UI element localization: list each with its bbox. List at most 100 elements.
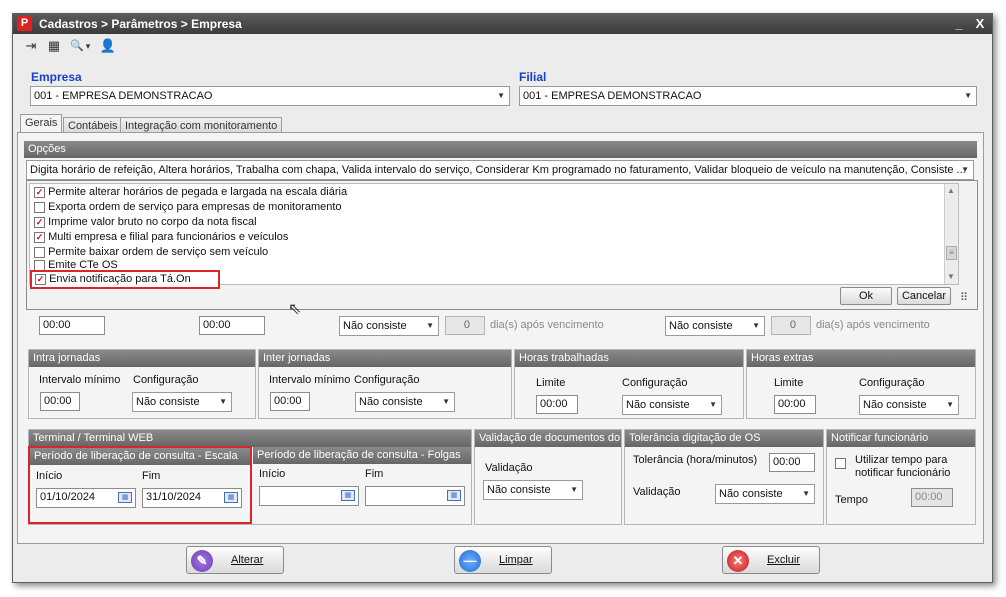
list-item-label: Exporta ordem de serviço para empresas d…: [48, 201, 342, 213]
folgas-ini-date[interactable]: ▦: [259, 486, 359, 506]
excluir-label: Excluir: [767, 554, 801, 566]
notificar-checkbox[interactable]: [835, 458, 846, 469]
opcoes-dropdown: ✓ Permite alterar horários de pegada e l…: [26, 180, 978, 310]
minimize-button[interactable]: _: [950, 15, 968, 33]
hidden-number-1[interactable]: 0: [445, 316, 485, 335]
hidden-number-2[interactable]: 0: [771, 316, 811, 335]
folgas-fim-date[interactable]: ▦: [365, 486, 465, 506]
notificar-tempo-input[interactable]: 00:00: [911, 488, 953, 507]
notificar-group: Notificar funcionário Utilizar tempo par…: [826, 429, 976, 525]
escala-fim-label: Fim: [142, 470, 161, 482]
intra-jornadas-header: Intra jornadas: [29, 350, 255, 367]
tolerancia-val-value: Não consiste: [719, 488, 783, 500]
notificar-tempo-label: Tempo: [835, 494, 869, 506]
ok-button[interactable]: Ok: [840, 287, 892, 305]
opcoes-list: ✓ Permite alterar horários de pegada e l…: [29, 183, 959, 289]
tab-gerais[interactable]: Gerais: [20, 114, 63, 134]
hidden-select-2[interactable]: Não consiste ▼: [665, 316, 765, 336]
alterar-button[interactable]: ✎ Alterar: [186, 546, 284, 574]
empresa-select[interactable]: 001 - EMPRESA DEMONSTRACAO ▼: [30, 86, 510, 106]
chevron-down-icon: ▼: [426, 321, 434, 330]
checkbox-checked[interactable]: ✓: [34, 231, 45, 243]
calendar-icon[interactable]: ▦: [224, 492, 238, 503]
scroll-down-icon[interactable]: ▼: [947, 272, 955, 281]
list-item[interactable]: Exporta ordem de serviço para empresas d…: [34, 200, 342, 215]
clear-icon: —: [459, 550, 481, 572]
intra-cfg-select[interactable]: Não consiste ▼: [132, 392, 232, 412]
keyboard-icon[interactable]: ▦: [45, 38, 63, 54]
tolerancia-val-select[interactable]: Não consiste ▼: [715, 484, 815, 504]
delete-icon: ✕: [727, 550, 749, 572]
chevron-down-icon: ▼: [570, 485, 578, 494]
escala-ini-value: 01/10/2024: [40, 491, 96, 503]
checkbox-checked[interactable]: ✓: [35, 273, 46, 285]
horas-extra-lim-input[interactable]: 00:00: [774, 395, 816, 414]
folgas-header: Período de liberação de consulta - Folga…: [253, 447, 471, 464]
inter-jornadas-group: Inter jornadas Intervalo mínimo Configur…: [258, 349, 512, 419]
hidden-select-1[interactable]: Não consiste ▼: [339, 316, 439, 336]
validacao-docs-label: Validação: [485, 462, 533, 474]
title-bar: P Cadastros > Parâmetros > Empresa _ X: [13, 14, 992, 34]
hidden-days-label-1: dia(s) após vencimento: [490, 319, 604, 331]
intra-min-input[interactable]: 00:00: [40, 392, 80, 411]
checkbox-checked[interactable]: ✓: [34, 216, 45, 228]
exit-icon[interactable]: ⇥: [22, 38, 40, 54]
list-item-label: Envia notificação para Tá.On: [49, 273, 191, 285]
resize-grip-icon[interactable]: ⠿: [960, 291, 968, 304]
edit-icon: ✎: [191, 550, 213, 572]
list-item[interactable]: ✓ Permite alterar horários de pegada e l…: [34, 185, 347, 200]
calendar-icon[interactable]: ▦: [447, 490, 461, 501]
close-button[interactable]: X: [971, 15, 989, 33]
horas-trab-cfg-select[interactable]: Não consiste ▼: [622, 395, 722, 415]
chevron-down-icon: ▼: [964, 91, 972, 100]
terminal-header: Terminal / Terminal WEB: [29, 430, 471, 447]
hidden-time-input-2[interactable]: 00:00: [199, 316, 265, 335]
list-item[interactable]: ✓ Multi empresa e filial para funcionári…: [34, 230, 288, 245]
validacao-docs-group: Validação de documentos do Validação Não…: [474, 429, 622, 525]
tolerancia-input[interactable]: 00:00: [769, 453, 815, 472]
excluir-button[interactable]: ✕ Excluir: [722, 546, 820, 574]
intra-jornadas-group: Intra jornadas Intervalo mínimo Configur…: [28, 349, 256, 419]
users-icon[interactable]: 👤: [99, 38, 117, 54]
chevron-down-icon: ▼: [752, 321, 760, 330]
scroll-up-icon[interactable]: ▲: [947, 186, 955, 195]
calendar-icon[interactable]: ▦: [118, 492, 132, 503]
window-title: Cadastros > Parâmetros > Empresa: [39, 17, 242, 31]
inter-cfg-select[interactable]: Não consiste ▼: [355, 392, 455, 412]
horas-extra-lim-label: Limite: [774, 377, 804, 389]
horas-extra-cfg-value: Não consiste: [863, 399, 927, 411]
horas-extras-header: Horas extras: [747, 350, 975, 367]
inter-min-input[interactable]: 00:00: [270, 392, 310, 411]
filial-select[interactable]: 001 - EMPRESA DEMONSTRACAO ▼: [519, 86, 977, 106]
calendar-icon[interactable]: ▦: [341, 490, 355, 501]
filial-value: 001 - EMPRESA DEMONSTRACAO: [523, 90, 702, 102]
checkbox-unchecked[interactable]: [34, 246, 45, 258]
list-scrollbar[interactable]: ▲ ≡ ▼: [944, 184, 958, 284]
list-item[interactable]: ✓ Imprime valor bruto no corpo da nota f…: [34, 215, 257, 230]
list-item-label: Permite alterar horários de pegada e lar…: [48, 186, 348, 198]
escala-fim-date[interactable]: 31/10/2024 ▦: [142, 488, 242, 508]
list-item-highlighted[interactable]: ✓ Envia notificação para Tá.On: [30, 270, 220, 289]
cancel-button[interactable]: Cancelar: [897, 287, 951, 305]
escala-ini-date[interactable]: 01/10/2024 ▦: [36, 488, 136, 508]
list-item[interactable]: Permite baixar ordem de serviço sem veíc…: [34, 245, 268, 260]
opcoes-select[interactable]: Digita horário de refeição, Altera horár…: [26, 160, 974, 180]
intra-min-label: Intervalo mínimo: [39, 374, 121, 386]
checkbox-unchecked[interactable]: [34, 259, 45, 271]
folgas-ini-label: Início: [259, 468, 286, 480]
mouse-cursor-icon: ⇖: [288, 301, 302, 318]
checkbox-checked[interactable]: ✓: [34, 186, 45, 198]
tolerancia-label: Tolerância (hora/minutos): [633, 454, 758, 466]
validacao-docs-value: Não consiste: [487, 484, 551, 496]
validacao-docs-select[interactable]: Não consiste ▼: [483, 480, 583, 500]
horas-trab-cfg-label: Configuração: [622, 377, 688, 389]
hidden-time-input-1[interactable]: 00:00: [39, 316, 105, 335]
search-dropdown-icon[interactable]: ▾: [84, 38, 92, 54]
limpar-button[interactable]: — Limpar: [454, 546, 552, 574]
inter-min-label: Intervalo mínimo: [269, 374, 351, 386]
checkbox-unchecked[interactable]: [34, 201, 45, 213]
horas-trab-lim-input[interactable]: 00:00: [536, 395, 578, 414]
notificar-chk-label: Utilizar tempo para notificar funcionári…: [855, 454, 951, 479]
horas-extra-cfg-select[interactable]: Não consiste ▼: [859, 395, 959, 415]
scroll-thumb[interactable]: ≡: [946, 246, 957, 260]
